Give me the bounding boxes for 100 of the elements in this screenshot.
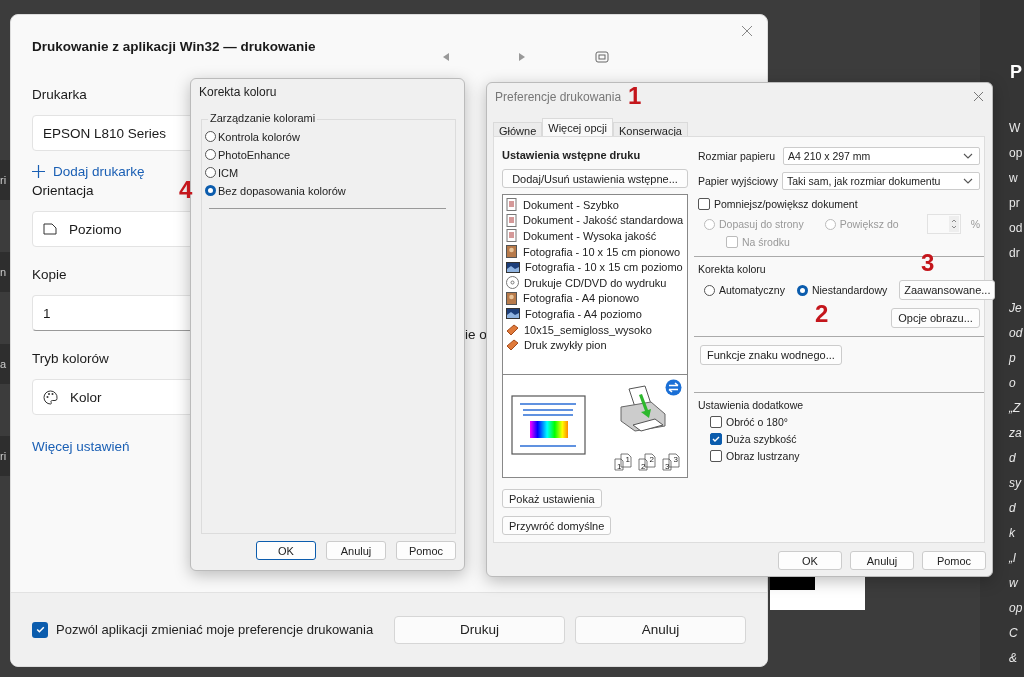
preview-text: ie o <box>465 327 487 342</box>
close-icon[interactable] <box>973 91 984 102</box>
checkbox-label: Pozwól aplikacji zmieniać moje preferencje drukowania <box>56 622 374 637</box>
page-text: „l <box>1009 550 1016 567</box>
list-item[interactable]: Dokument - Wysoka jakość <box>523 230 657 242</box>
help-button[interactable]: Pomoc <box>396 541 456 560</box>
palette-icon <box>43 389 58 405</box>
field-label: Drukarka <box>32 87 87 104</box>
list-item[interactable]: Fotografia - 10 x 15 cm poziomo <box>525 261 683 274</box>
page-text: Je <box>1009 300 1022 317</box>
disc-icon <box>506 276 519 290</box>
tab[interactable]: Więcej opcji <box>542 118 613 136</box>
checkbox-label: Pomniejsz/powiększ dokument <box>714 198 858 210</box>
radio-button[interactable] <box>704 284 715 296</box>
swap-icon[interactable] <box>665 379 682 396</box>
field-label: Rozmiar papieru <box>698 150 776 162</box>
checkbox[interactable] <box>32 621 48 638</box>
next-icon[interactable] <box>519 53 525 61</box>
ok-button[interactable]: OK <box>256 541 316 560</box>
photo-icon <box>506 308 520 320</box>
page-text: k <box>1009 525 1015 542</box>
photo-icon <box>506 261 520 273</box>
advanced-button[interactable]: Zaawansowane... <box>899 280 996 300</box>
checkbox[interactable] <box>710 433 722 445</box>
previous-icon[interactable] <box>443 53 449 61</box>
fit-page-icon[interactable] <box>595 51 609 63</box>
copy-order-icon: 3 3 <box>661 453 681 471</box>
watermark-button[interactable]: Funkcje znaku wodnego... <box>700 345 842 365</box>
checkbox-label: Na środku <box>742 236 790 248</box>
page-text: „Z <box>1009 400 1021 417</box>
radio-label: Bez dopasowania kolorów <box>218 184 346 197</box>
checkbox[interactable] <box>710 416 722 428</box>
chevron-down-icon <box>963 153 973 159</box>
page-heading: P <box>1010 62 1022 83</box>
list-item[interactable]: Druk zwykły pion <box>524 339 607 352</box>
cancel-button[interactable]: Anuluj <box>575 615 746 644</box>
check-icon <box>711 434 721 444</box>
list-item[interactable]: Dokument - Jakość standardowa <box>523 214 684 227</box>
list-item[interactable]: Drukuje CD/DVD do wydruku <box>524 276 667 289</box>
field-label: Orientacja <box>32 183 94 200</box>
page-text: op <box>1009 145 1023 162</box>
radio-button[interactable] <box>205 185 216 196</box>
field-label: Kopie <box>32 267 67 284</box>
field-label: Tryb kolorów <box>32 351 109 368</box>
annotation-number: 2 <box>815 302 829 326</box>
page-text: p <box>1009 350 1016 367</box>
radio-button[interactable] <box>205 149 216 160</box>
cancel-button[interactable]: Anuluj <box>850 551 914 570</box>
photo-icon <box>506 291 518 305</box>
radio-label: Powiększ do <box>839 218 899 230</box>
page-text: w <box>1009 575 1018 592</box>
page-text: pr <box>1009 195 1020 212</box>
output-paper-dropdown[interactable]: Taki sam, jak rozmiar dokumentu <box>781 172 980 190</box>
radio-label: Automatyczny <box>719 284 785 296</box>
list-item[interactable]: Fotografia - 10 x 15 cm pionowo <box>523 245 681 258</box>
show-settings-button[interactable]: Pokaż ustawienia <box>502 489 602 508</box>
annotation-number: 3 <box>921 251 935 275</box>
checkbox-label: Obróć o 180° <box>726 416 788 428</box>
page-icon <box>43 223 57 235</box>
page-text: op <box>1009 600 1023 617</box>
close-icon[interactable] <box>741 25 753 37</box>
section-label: Korekta koloru <box>698 263 767 275</box>
ok-button[interactable]: OK <box>778 551 842 570</box>
cancel-button[interactable]: Anuluj <box>326 541 386 560</box>
checkbox[interactable] <box>698 198 710 210</box>
help-button[interactable]: Pomoc <box>922 551 986 570</box>
copy-order-icon: 2 2 <box>637 453 657 471</box>
copy-order-icon: 1 1 <box>613 453 633 471</box>
photo-icon <box>506 245 518 259</box>
page-text: dr <box>1009 245 1020 262</box>
print-button[interactable]: Drukuj <box>394 615 565 644</box>
page-text: od <box>1009 220 1023 237</box>
radio-button[interactable] <box>205 131 216 142</box>
presets-button[interactable]: Dodaj/Usuń ustawienia wstępne... <box>502 169 688 188</box>
page-text: & <box>1009 650 1017 667</box>
list-item[interactable]: Fotografia - A4 pionowo <box>523 292 640 305</box>
list-item[interactable]: Dokument - Szybko <box>523 198 619 211</box>
tab[interactable]: Główne <box>493 122 543 136</box>
radio-button[interactable] <box>205 167 216 178</box>
annotation-number: 1 <box>628 84 642 108</box>
tab[interactable]: Konserwacja <box>613 122 688 136</box>
spin-arrows-icon[interactable] <box>948 216 959 232</box>
add-printer-link[interactable]: Dodaj drukarkę <box>53 163 145 179</box>
checkbox[interactable] <box>710 450 722 462</box>
radio-button[interactable] <box>796 284 808 296</box>
page-text: W <box>1009 120 1021 137</box>
check-icon <box>34 624 46 635</box>
page-text: od <box>1009 325 1023 342</box>
page-text: w <box>1009 170 1018 187</box>
percent-field[interactable] <box>926 214 961 234</box>
plus-icon <box>32 164 45 178</box>
list-item[interactable]: Fotografia - A4 poziomo <box>525 307 642 320</box>
restore-defaults-button[interactable]: Przywróć domyślne <box>502 516 612 535</box>
document-icon <box>506 198 518 212</box>
percent-sign: % <box>970 218 980 230</box>
list-item[interactable]: 10x15_semigloss_wysoko <box>524 323 652 336</box>
dialog-title: Drukowanie z aplikacji Win32 — drukowanie <box>32 39 316 54</box>
image-options-button[interactable]: Opcje obrazu... <box>891 308 980 328</box>
document-icon <box>506 213 518 227</box>
paper-size-dropdown[interactable]: A4 210 x 297 mm <box>783 147 980 165</box>
